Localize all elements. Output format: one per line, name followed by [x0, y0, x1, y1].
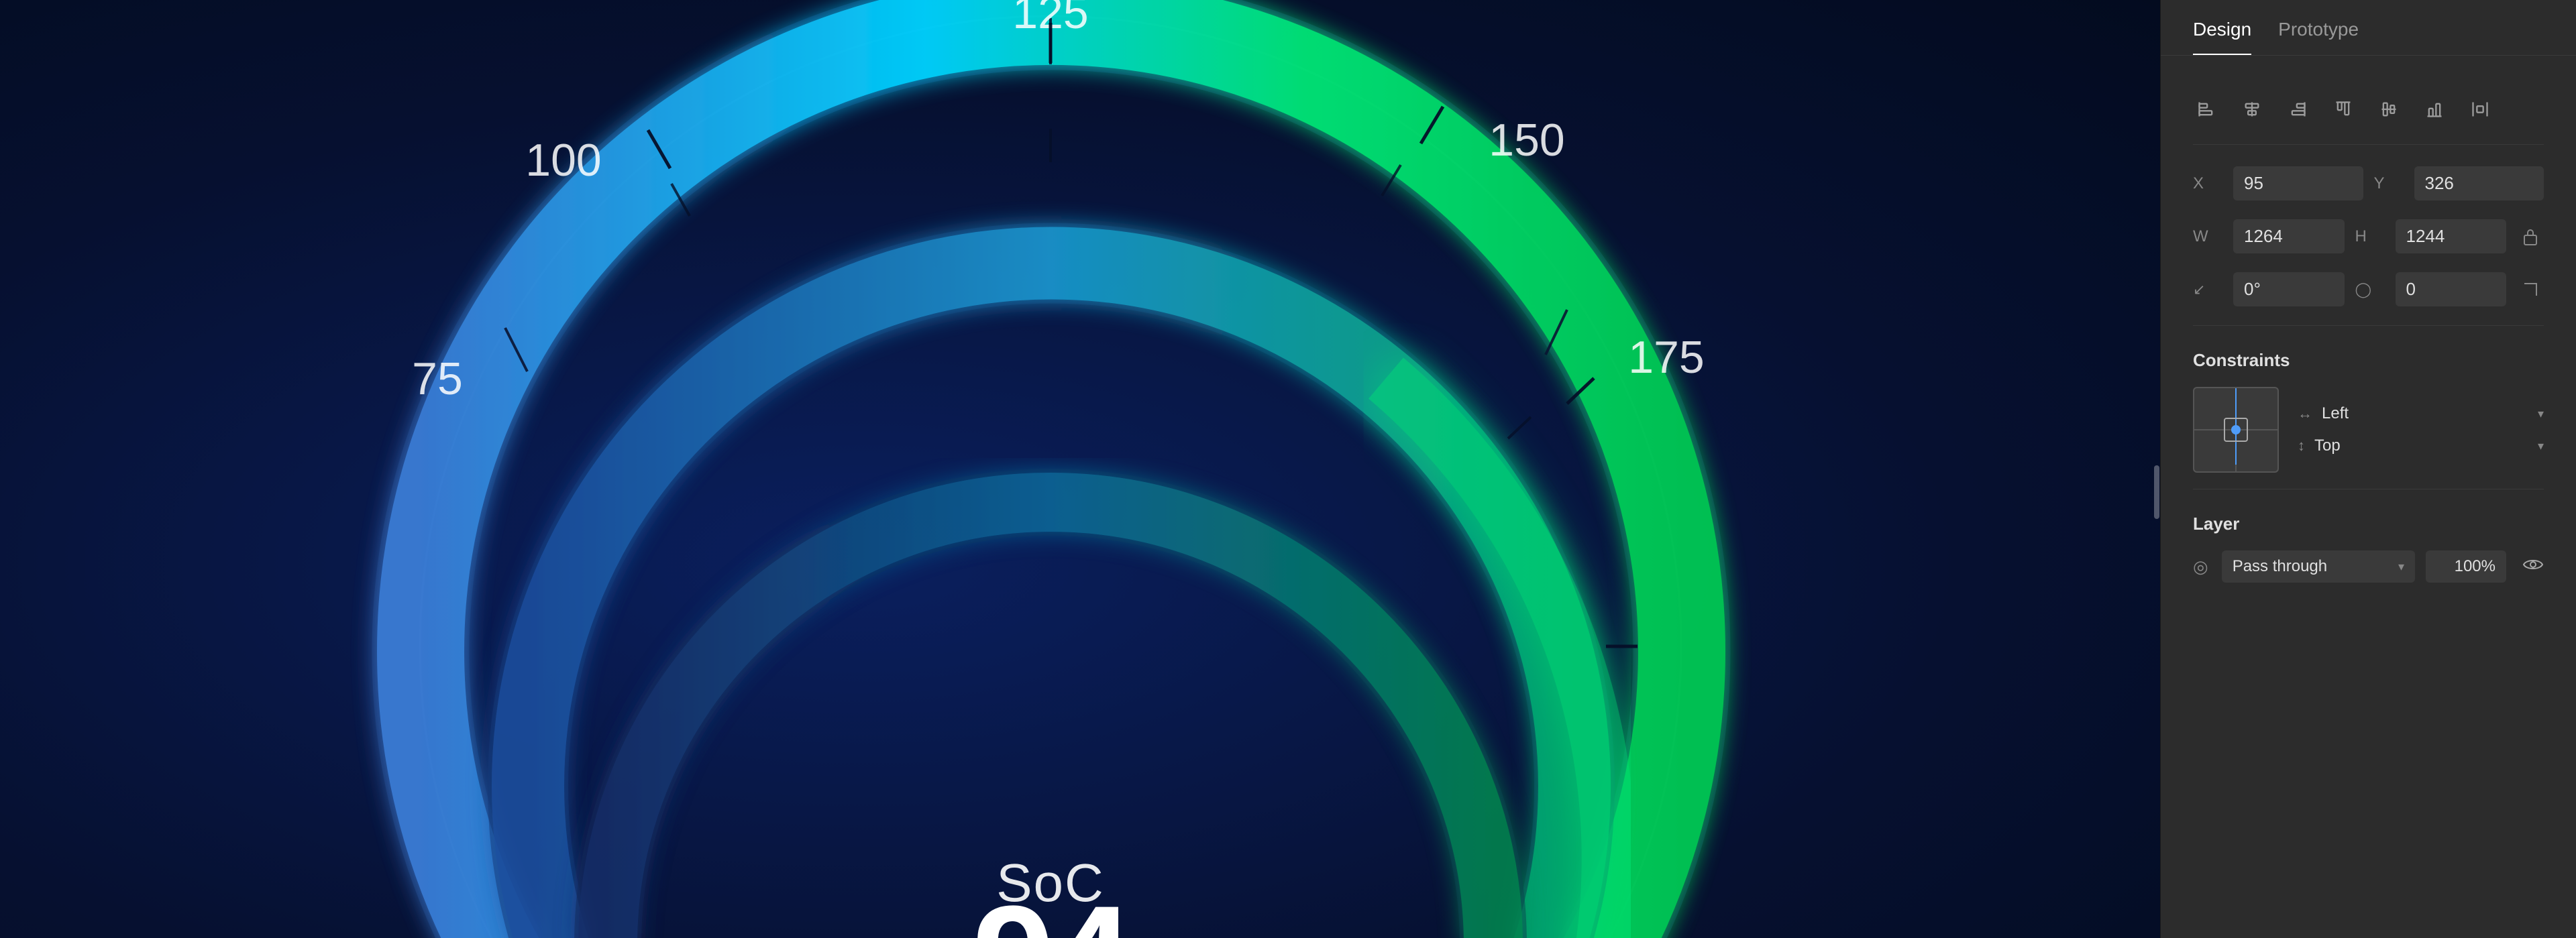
constraint-dot: [2231, 425, 2241, 434]
svg-text:175: 175: [1628, 332, 1704, 383]
x-label: X: [2193, 174, 2225, 193]
blend-mode-label: Pass through: [2233, 557, 2327, 576]
constraints-row: ↔ Left ▾ ↕ Top ▾: [2193, 387, 2544, 473]
panel-tabs: Design Prototype: [2161, 0, 2576, 56]
constraint-tick-right: [2271, 429, 2277, 430]
constraint-v-icon: ↕: [2298, 437, 2305, 455]
constraint-h-chevron: ▾: [2538, 407, 2544, 421]
size-wh-row: W 1264 H 1244: [2193, 219, 2544, 253]
align-bottom-button[interactable]: [2421, 96, 2448, 123]
corner-input[interactable]: 0: [2396, 272, 2507, 306]
svg-text:100: 100: [525, 135, 601, 186]
h-prop: H 1244: [2355, 219, 2507, 253]
constraint-vertical-select[interactable]: ↕ Top ▾: [2298, 436, 2544, 455]
canvas: SoC 94 75 100 125 150 175: [0, 0, 2160, 938]
right-panel: Design Prototype: [2160, 0, 2576, 938]
svg-text:150: 150: [1489, 115, 1564, 166]
w-prop: W 1264: [2193, 219, 2345, 253]
x-prop: X 95: [2193, 166, 2363, 200]
rotation-input[interactable]: 0°: [2233, 272, 2345, 306]
h-input[interactable]: 1244: [2396, 219, 2507, 253]
align-left-button[interactable]: [2193, 96, 2220, 123]
svg-text:75: 75: [412, 353, 463, 404]
constraint-tick-left: [2194, 429, 2201, 430]
layer-header: Layer: [2193, 514, 2544, 534]
tab-prototype[interactable]: Prototype: [2278, 19, 2359, 55]
layer-row: ◎ Pass through ▾ 100%: [2193, 550, 2544, 583]
opacity-input[interactable]: 100%: [2426, 550, 2506, 583]
w-input[interactable]: 1264: [2233, 219, 2345, 253]
constraint-tick-top: [2235, 388, 2237, 395]
constraint-tick-bottom: [2235, 465, 2237, 471]
lock-aspect-button[interactable]: [2517, 227, 2544, 246]
corner-resize-button[interactable]: [2517, 282, 2544, 298]
canvas-scrollbar[interactable]: [2153, 235, 2160, 750]
align-center-h-button[interactable]: [2239, 96, 2265, 123]
y-prop: Y 326: [2374, 166, 2544, 200]
constraint-v-value: Top: [2314, 436, 2341, 455]
panel-content: X 95 Y 326 W 1264 H 1244: [2161, 56, 2576, 938]
svg-text:94: 94: [973, 875, 1132, 938]
rotation-prop: ↙ 0°: [2193, 272, 2345, 306]
y-label: Y: [2374, 174, 2406, 193]
divider-1: [2193, 325, 2544, 326]
tab-design[interactable]: Design: [2193, 19, 2251, 55]
constraints-header: Constraints: [2193, 350, 2544, 371]
constraint-h-value: Left: [2322, 404, 2349, 423]
align-middle-v-button[interactable]: [2375, 96, 2402, 123]
constraints-dropdowns: ↔ Left ▾ ↕ Top ▾: [2298, 404, 2544, 455]
position-xy-row: X 95 Y 326: [2193, 166, 2544, 200]
x-input[interactable]: 95: [2233, 166, 2363, 200]
constraint-horizontal-select[interactable]: ↔ Left ▾: [2298, 404, 2544, 423]
rotation-corner-row: ↙ 0° ◯ 0: [2193, 272, 2544, 306]
align-right-button[interactable]: [2284, 96, 2311, 123]
gauge-container: SoC 94 75 100 125 150 175: [313, 0, 1788, 938]
constraints-widget[interactable]: [2193, 387, 2279, 473]
rotation-label: ↙: [2193, 281, 2225, 298]
distribute-button[interactable]: [2467, 96, 2493, 123]
align-top-button[interactable]: [2330, 96, 2357, 123]
corner-prop: ◯ 0: [2355, 272, 2507, 306]
blend-mode-chevron: ▾: [2398, 560, 2404, 574]
corner-label: ◯: [2355, 281, 2387, 298]
w-label: W: [2193, 227, 2225, 246]
constraint-v-chevron: ▾: [2538, 439, 2544, 453]
constraint-h-icon: ↔: [2298, 405, 2312, 422]
blend-mode-select[interactable]: Pass through ▾: [2222, 550, 2415, 583]
y-input[interactable]: 326: [2414, 166, 2544, 200]
h-label: H: [2355, 227, 2387, 246]
align-toolbar: [2193, 80, 2544, 145]
visibility-toggle[interactable]: [2522, 556, 2544, 577]
blend-mode-icon: ◎: [2193, 556, 2208, 577]
